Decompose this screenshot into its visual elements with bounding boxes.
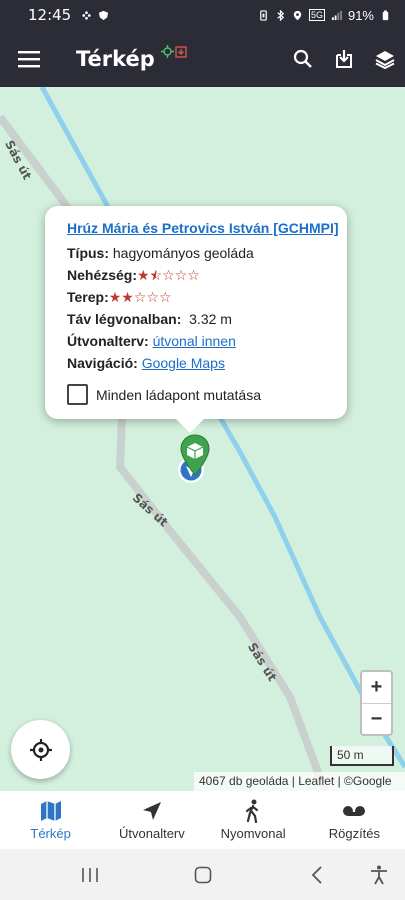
page-title: Térkép [76,46,155,71]
app-bar: Térkép [0,30,405,87]
back-button[interactable] [302,849,332,900]
nav-route-label: Útvonalterv [119,826,185,841]
navigation-row: Navigáció: Google Maps [67,352,347,374]
difficulty-stars: ★☆★☆☆☆ [137,268,200,284]
zoom-control: + − [360,670,393,736]
distance-value: 3.32 m [189,311,232,327]
recent-apps-button[interactable] [75,849,105,900]
search-icon [293,49,312,68]
status-system-icons: 5G 91% [258,8,391,23]
route-link[interactable]: útvonal innen [153,333,236,349]
zoom-in-button[interactable]: + [362,672,391,703]
home-button[interactable] [188,849,218,900]
navigation-arrow-icon [142,802,161,820]
map-view[interactable]: Sás út Sás út Sás út Hrúz Mária és Petro… [0,87,405,791]
nav-map[interactable]: Térkép [0,791,101,849]
download-icon [335,49,352,68]
difficulty-label: Nehézség: [67,267,138,283]
type-label: Típus: [67,245,109,261]
nav-record-label: Rögzítés [328,826,381,841]
popup-tip [174,417,206,433]
map-attribution: 4067 db geoláda | Leaflet | ©Google [194,772,405,791]
crosshair-icon [29,738,52,761]
show-all-waypoints-row[interactable]: Minden ládapont mutatása [67,384,347,405]
geocache-popup: Hrúz Mária és Petrovics István [GCHMPI] … [45,206,347,433]
location-icon [293,10,302,20]
nav-route[interactable]: Útvonalterv [101,791,202,849]
record-icon [343,806,366,816]
navigation-label: Navigáció: [67,355,138,371]
back-icon [311,865,322,884]
system-navigation-bar [0,849,405,900]
gps-status-icon [160,44,174,58]
title-status-badges [160,37,191,67]
battery-percent: 91% [347,7,374,23]
nav-track[interactable]: Nyomvonal [203,791,304,849]
distance-row: Táv légvonalban: 3.32 m [67,308,347,330]
status-bar: 12:45 5G 91% [0,0,405,30]
layers-icon [375,50,394,69]
nav-track-label: Nyomvonal [220,826,286,841]
accessibility-icon [371,865,387,884]
status-time: 12:45 [28,6,72,24]
recent-apps-icon [82,867,98,882]
sync-dots-icon [82,10,91,20]
route-label: Útvonalterv: [67,333,149,349]
geocache-box-marker-icon [180,434,210,476]
show-all-waypoints-checkbox[interactable] [67,384,88,405]
locate-me-button[interactable] [11,720,70,779]
download-button[interactable] [323,30,364,87]
zoom-out-button[interactable]: − [362,703,391,734]
menu-button[interactable] [0,30,58,87]
search-button[interactable] [282,30,323,87]
bluetooth-icon [277,9,285,21]
hamburger-menu-icon [18,50,40,67]
nav-map-label: Térkép [30,826,71,841]
status-notification-icons [81,10,109,21]
stream-line [39,87,405,769]
geocache-title-link[interactable]: Hrúz Mária és Petrovics István [GCHMPI] [67,220,347,242]
type-value: hagyományos geoláda [112,245,254,261]
battery-saver-icon [260,9,267,21]
google-maps-link[interactable]: Google Maps [142,355,225,371]
map-icon [40,801,61,821]
terrain-label: Terep: [67,289,109,305]
walking-person-icon [246,799,259,823]
nav-record[interactable]: Rögzítés [304,791,405,849]
battery-icon [382,9,389,20]
terrain-stars: ★★☆☆☆ [108,290,172,306]
difficulty-row: Nehézség:★☆★☆☆☆ [67,264,347,286]
accessibility-button[interactable] [364,849,394,900]
home-icon [194,866,212,883]
signal-icon [331,10,342,20]
scale-bar: 50 m [330,746,394,766]
route-row: Útvonalterv: útvonal innen [67,330,347,352]
network-type: 5G [308,9,325,21]
layers-button[interactable] [364,30,405,87]
type-row: Típus: hagyományos geoláda [67,242,347,264]
shield-icon [99,10,109,20]
download-status-icon [175,45,187,58]
distance-label: Táv légvonalban: [67,311,182,327]
bottom-navigation: Térkép Útvonalterv Nyomvonal Rögzítés [0,791,405,849]
terrain-row: Terep:★★☆☆☆ [67,286,347,308]
show-all-waypoints-label: Minden ládapont mutatása [96,386,261,403]
